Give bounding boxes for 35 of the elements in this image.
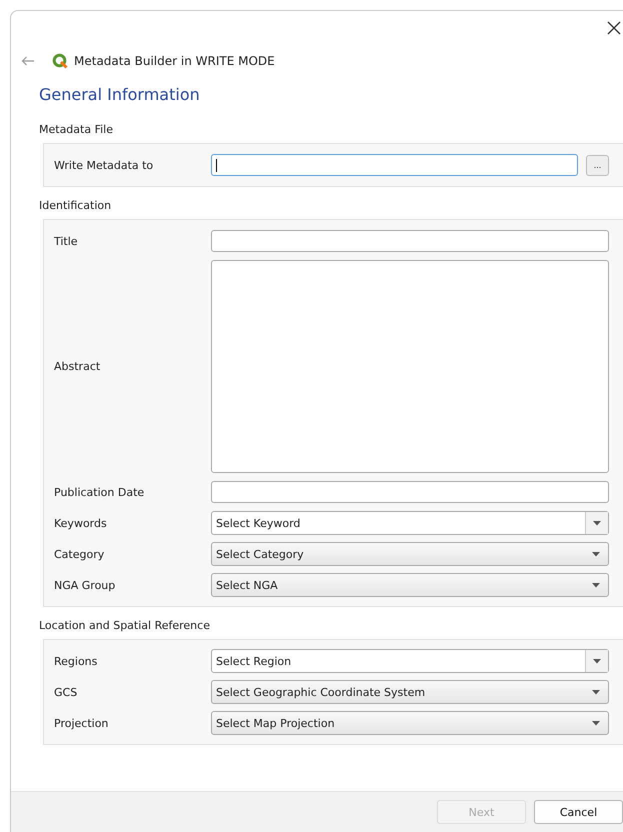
field-label: GCS xyxy=(54,686,78,698)
dropdown-arrow-icon xyxy=(592,552,600,556)
dropdown-arrow-icon xyxy=(592,582,600,588)
section-heading: Identification xyxy=(39,199,112,213)
field-label: Keywords xyxy=(54,516,108,530)
text-field[interactable] xyxy=(211,481,609,503)
field-label: NGA Group xyxy=(54,578,116,592)
combo-box[interactable]: Select Region xyxy=(211,649,609,673)
page-title: General Information xyxy=(39,85,201,106)
combo-box[interactable]: Select Keyword xyxy=(211,511,609,535)
dropdown-arrow-icon xyxy=(592,690,600,694)
field-label: Title xyxy=(54,234,79,248)
section-heading: Metadata File xyxy=(39,123,114,137)
dropdown-arrow-icon xyxy=(593,520,601,526)
text-field[interactable] xyxy=(211,154,578,176)
browse-button[interactable]: ... xyxy=(586,154,609,176)
window-title: Metadata Builder in WRITE MODE xyxy=(74,54,275,68)
dropdown[interactable]: Select Geographic Coordinate System xyxy=(211,680,609,704)
back-arrow-icon[interactable] xyxy=(21,56,35,66)
dropdown-arrow-icon xyxy=(593,658,601,664)
field-label: Projection xyxy=(54,716,110,730)
dialog-button[interactable]: Cancel xyxy=(534,800,623,824)
dropdown[interactable]: Select Map Projection xyxy=(211,711,609,735)
field-label: Write Metadata to xyxy=(54,158,154,172)
app-logo-icon xyxy=(52,53,68,69)
field-label: Regions xyxy=(54,654,98,668)
section-heading: Location and Spatial Reference xyxy=(39,619,211,633)
close-icon[interactable] xyxy=(607,21,621,35)
dropdown[interactable]: Select NGA xyxy=(211,573,609,597)
field-label: Publication Date xyxy=(54,486,146,498)
dropdown-arrow-icon xyxy=(592,720,600,726)
field-label: Category xyxy=(54,548,106,560)
text-field[interactable] xyxy=(211,230,609,252)
field-label: Abstract xyxy=(54,360,102,373)
dropdown[interactable]: Select Category xyxy=(211,542,609,566)
